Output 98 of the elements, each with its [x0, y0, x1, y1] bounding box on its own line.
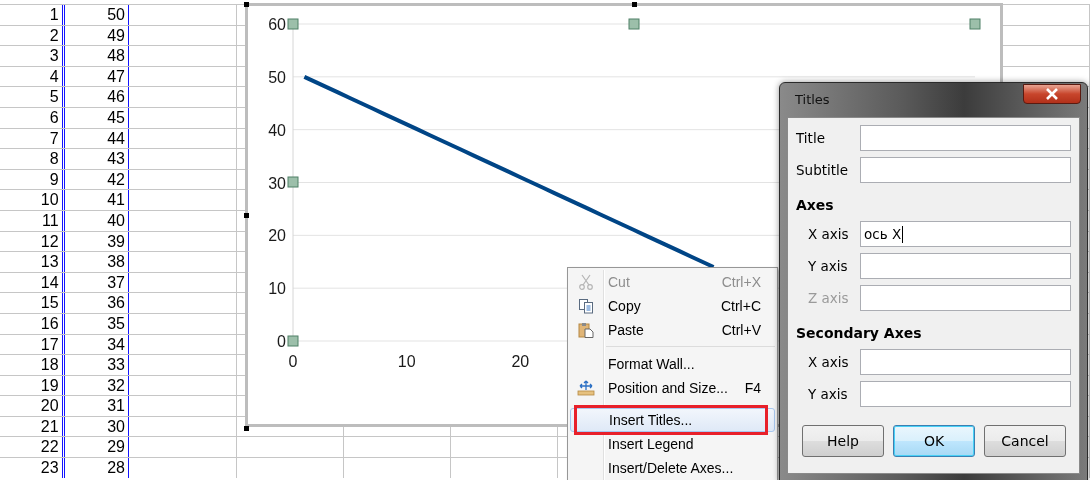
menu-item[interactable]: Insert Legend [570, 432, 775, 456]
field-label: Subtitle [796, 162, 850, 178]
table-cell: 22 [0, 437, 63, 458]
table-cell: 3 [0, 46, 63, 66]
axis-label: 0 [288, 353, 298, 370]
scissors-icon [578, 274, 594, 290]
close-icon [1045, 88, 1059, 100]
table-cell: 42 [63, 169, 129, 190]
table-cell: 12 [0, 231, 63, 252]
table-cell: 30 [63, 416, 129, 437]
selection-handle[interactable] [287, 18, 299, 30]
table-cell: 44 [63, 128, 129, 149]
input-field[interactable] [860, 253, 1071, 279]
section-heading: Secondary Axes [796, 325, 923, 341]
axis-label: 10 [397, 353, 416, 370]
close-button[interactable] [1023, 84, 1081, 104]
table-cell: 36 [63, 293, 129, 313]
table-cell: 35 [63, 313, 129, 334]
table-cell: 2 [0, 25, 63, 46]
table-cell: 4 [0, 66, 63, 87]
axis-label: 50 [268, 68, 286, 86]
table-cell: 49 [63, 25, 129, 46]
table-cell: 37 [63, 272, 129, 293]
table-cell: 11 [0, 210, 63, 231]
table-cell: 38 [63, 252, 129, 272]
table-cell: 15 [0, 293, 63, 313]
axis-label: 60 [268, 16, 286, 33]
table-cell: 32 [63, 375, 129, 396]
table-cell: 41 [63, 190, 129, 210]
table-cell: 47 [63, 66, 129, 87]
table-cell: 43 [63, 149, 129, 169]
axis-label: 20 [511, 353, 530, 370]
table-cell: 7 [0, 128, 63, 149]
table-cell: 16 [0, 313, 63, 334]
table-cell: 33 [63, 355, 129, 375]
input-field[interactable] [860, 157, 1071, 183]
field-label: X axis [807, 354, 850, 370]
axis-label: 40 [268, 121, 286, 139]
input-field[interactable]: ось X [860, 221, 1071, 247]
field-label: Z axis [807, 290, 850, 306]
table-cell: 20 [0, 396, 63, 416]
window-title: Titles [795, 92, 830, 107]
resize-handle[interactable] [632, 2, 637, 7]
table-cell: 19 [0, 375, 63, 396]
menu-item[interactable]: Insert Titles... [570, 408, 775, 432]
menu-item[interactable]: Copy Ctrl+C [570, 294, 775, 318]
table-cell: 39 [63, 231, 129, 252]
selection-handle[interactable] [969, 18, 981, 30]
copy-icon [578, 298, 594, 314]
resize-handle[interactable] [244, 426, 249, 431]
table-cell: 1 [0, 5, 63, 25]
menu-item[interactable]: Insert/Delete Axes... [570, 456, 775, 480]
axis-label: 30 [268, 174, 286, 192]
table-cell: 5 [0, 87, 63, 107]
input-field[interactable] [860, 349, 1071, 375]
resize-handle[interactable] [244, 2, 249, 7]
table-cell: 29 [63, 437, 129, 458]
table-cell: 8 [0, 149, 63, 169]
table-cell: 10 [0, 190, 63, 210]
field-label: Title [796, 130, 826, 146]
table-cell: 23 [0, 458, 63, 478]
input-field[interactable] [860, 285, 1071, 311]
input-field[interactable] [860, 125, 1071, 151]
axis-label: 10 [268, 280, 286, 298]
dialog-button[interactable]: Help [802, 425, 884, 457]
table-cell: 40 [63, 210, 129, 231]
menu-item[interactable]: Paste Ctrl+V [570, 318, 775, 342]
menu-item[interactable]: Format Wall... [570, 352, 775, 376]
table-cell: 9 [0, 169, 63, 190]
table-cell: 14 [0, 272, 63, 293]
table-cell: 21 [0, 416, 63, 437]
field-label: Y axis [807, 386, 849, 402]
table-cell: 45 [63, 107, 129, 128]
resize-handle[interactable] [244, 213, 249, 218]
table-cell: 18 [0, 355, 63, 375]
table-cell: 48 [63, 46, 129, 66]
axis-label: 0 [277, 333, 286, 350]
table-cell: 17 [0, 334, 63, 355]
dialog-button[interactable]: Cancel [984, 425, 1066, 457]
table-cell: 31 [63, 396, 129, 416]
table-cell: 46 [63, 87, 129, 107]
dialog-button[interactable]: OK [893, 425, 975, 457]
selection-handle[interactable] [287, 176, 299, 188]
field-label: Y axis [807, 258, 849, 274]
table-cell: 50 [63, 5, 129, 25]
table-cell: 28 [63, 458, 129, 478]
table-cell: 34 [63, 334, 129, 355]
paste-icon [578, 322, 594, 338]
menu-item[interactable]: Position and Size... F4 [570, 376, 775, 400]
field-label: X axis [807, 226, 850, 242]
axis-label: 20 [268, 227, 286, 245]
table-cell: 13 [0, 252, 63, 272]
selection-handle[interactable] [628, 18, 640, 30]
selection-handle[interactable] [287, 335, 299, 347]
input-field[interactable] [860, 381, 1071, 407]
move-icon [577, 380, 595, 396]
table-cell: 6 [0, 107, 63, 128]
section-heading: Axes [796, 197, 835, 213]
